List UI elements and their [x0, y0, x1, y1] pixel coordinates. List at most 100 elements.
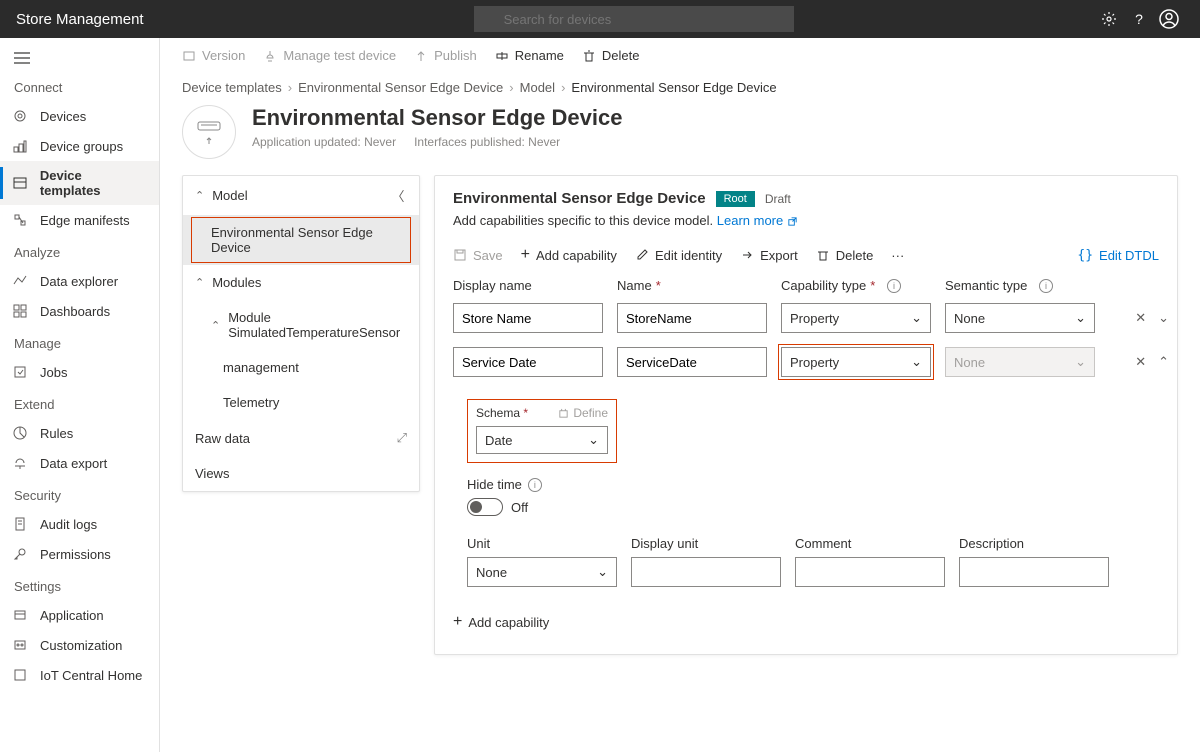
rules-icon [12, 425, 28, 441]
helper-text: Add capabilities specific to this device… [453, 213, 1159, 228]
name-input[interactable] [617, 347, 767, 377]
expand-row-icon[interactable]: ⌄ [1158, 310, 1169, 326]
tree-raw-data[interactable]: Raw data⤢ [183, 420, 419, 456]
breadcrumb-link[interactable]: Environmental Sensor Edge Device [298, 80, 503, 95]
display-name-input[interactable] [453, 303, 603, 333]
nav-edge-manifests[interactable]: Edge manifests [0, 205, 159, 235]
unit-select[interactable]: None⌄ [467, 557, 617, 587]
settings-icon[interactable] [1094, 4, 1124, 34]
define-link[interactable]: Define [558, 406, 608, 420]
nav-data-export[interactable]: Data export [0, 448, 159, 478]
info-icon[interactable]: i [528, 478, 542, 492]
unit-label: Unit [467, 536, 617, 551]
capability-detail: Schema * Define Date⌄ Hide timei Off [453, 387, 1159, 599]
add-capability-link[interactable]: +Add capability [453, 613, 1159, 631]
export-button[interactable]: Export [740, 248, 798, 263]
editor-title: Environmental Sensor Edge Device [453, 190, 706, 207]
schema-field: Schema * Define Date⌄ [467, 399, 617, 463]
remove-row-icon[interactable]: ✕ [1135, 354, 1146, 370]
display-name-input[interactable] [453, 347, 603, 377]
data-explorer-icon [12, 273, 28, 289]
semantic-type-select[interactable]: None⌄ [945, 303, 1095, 333]
nav-devices[interactable]: Devices [0, 101, 159, 131]
nav-jobs[interactable]: Jobs [0, 357, 159, 387]
chevron-up-icon: ⌃ [195, 276, 204, 289]
col-semantic-type: Semantic type i [945, 278, 1095, 293]
learn-more-link[interactable]: Learn more [717, 213, 798, 228]
draft-badge: Draft [765, 192, 791, 206]
data-export-icon [12, 455, 28, 471]
name-input[interactable] [617, 303, 767, 333]
chevron-down-icon: ⌄ [597, 564, 608, 580]
tree-device[interactable]: Environmental Sensor Edge Device [183, 215, 419, 265]
device-templates-icon [12, 175, 28, 191]
tree-modules[interactable]: ⌃Modules [183, 265, 419, 300]
audit-logs-icon [12, 516, 28, 532]
breadcrumb-current: Environmental Sensor Edge Device [571, 80, 776, 95]
remove-row-icon[interactable]: ✕ [1135, 310, 1146, 326]
info-icon[interactable]: i [887, 279, 901, 293]
comment-input[interactable] [795, 557, 945, 587]
display-unit-input[interactable] [631, 557, 781, 587]
add-capability-button[interactable]: +Add capability [521, 246, 617, 264]
save-button[interactable]: Save [453, 248, 503, 263]
edit-identity-button[interactable]: Edit identity [635, 248, 722, 263]
nav-section-extend: Extend [0, 387, 159, 418]
app-title: Store Management [16, 11, 144, 28]
expand-icon[interactable]: ⤢ [397, 430, 407, 446]
account-icon[interactable] [1154, 4, 1184, 34]
delete-button[interactable]: Delete [582, 48, 640, 63]
version-button[interactable]: Version [182, 48, 245, 63]
manage-test-device-button[interactable]: Manage test device [263, 48, 396, 63]
rename-button[interactable]: Rename [495, 48, 564, 63]
capability-type-select[interactable]: Property⌄ [781, 303, 931, 333]
more-button[interactable]: ··· [891, 248, 904, 263]
hide-time-toggle[interactable] [467, 498, 503, 516]
nav-rules[interactable]: Rules [0, 418, 159, 448]
dashboards-icon [12, 303, 28, 319]
edit-dtdl-button[interactable]: {}Edit DTDL [1077, 248, 1159, 263]
hide-time-label: Hide time [467, 477, 522, 492]
nav-dashboards[interactable]: Dashboards [0, 296, 159, 326]
nav-section-settings: Settings [0, 569, 159, 600]
device-badge-icon [182, 105, 236, 159]
customization-icon [12, 637, 28, 653]
nav-device-templates[interactable]: Device templates [0, 161, 159, 205]
breadcrumb-link[interactable]: Device templates [182, 80, 282, 95]
description-input[interactable] [959, 557, 1109, 587]
chevron-down-icon: ⌄ [588, 432, 599, 448]
nav-permissions[interactable]: Permissions [0, 539, 159, 569]
chevron-up-icon: ⌃ [195, 189, 204, 202]
help-icon[interactable]: ? [1124, 4, 1154, 34]
nav-data-explorer[interactable]: Data explorer [0, 266, 159, 296]
left-nav: Connect Devices Device groups Device tem… [0, 38, 160, 752]
nav-device-groups[interactable]: Device groups [0, 131, 159, 161]
comment-label: Comment [795, 536, 945, 551]
schema-select[interactable]: Date⌄ [476, 426, 608, 454]
chevron-left-icon[interactable]: 〈 [389, 186, 407, 205]
capability-row: Property⌄ None⌄ ✕⌃ [453, 347, 1159, 377]
tree-telemetry[interactable]: Telemetry [183, 385, 419, 420]
tree-module-sim-temp[interactable]: ⌃Module SimulatedTemperatureSensor [183, 300, 419, 350]
breadcrumb-link[interactable]: Model [520, 80, 555, 95]
capability-type-select[interactable]: Property⌄ [781, 347, 931, 377]
nav-customization[interactable]: Customization [0, 630, 159, 660]
info-icon[interactable]: i [1039, 279, 1053, 293]
chevron-down-icon: ⌄ [1075, 354, 1086, 370]
nav-section-security: Security [0, 478, 159, 509]
nav-section-manage: Manage [0, 326, 159, 357]
tree-management[interactable]: management [183, 350, 419, 385]
collapse-row-icon[interactable]: ⌃ [1158, 354, 1169, 370]
nav-audit-logs[interactable]: Audit logs [0, 509, 159, 539]
tree-model[interactable]: ⌃Model 〈 [183, 176, 419, 215]
nav-iot-central-home[interactable]: IoT Central Home [0, 660, 159, 690]
nav-application[interactable]: Application [0, 600, 159, 630]
tree-views[interactable]: Views [183, 456, 419, 491]
search-input[interactable] [474, 6, 794, 32]
col-name: Name * [617, 278, 767, 293]
hamburger-icon[interactable] [0, 46, 159, 70]
permissions-icon [12, 546, 28, 562]
publish-button[interactable]: Publish [414, 48, 477, 63]
devices-icon [12, 108, 28, 124]
editor-delete-button[interactable]: Delete [816, 248, 874, 263]
